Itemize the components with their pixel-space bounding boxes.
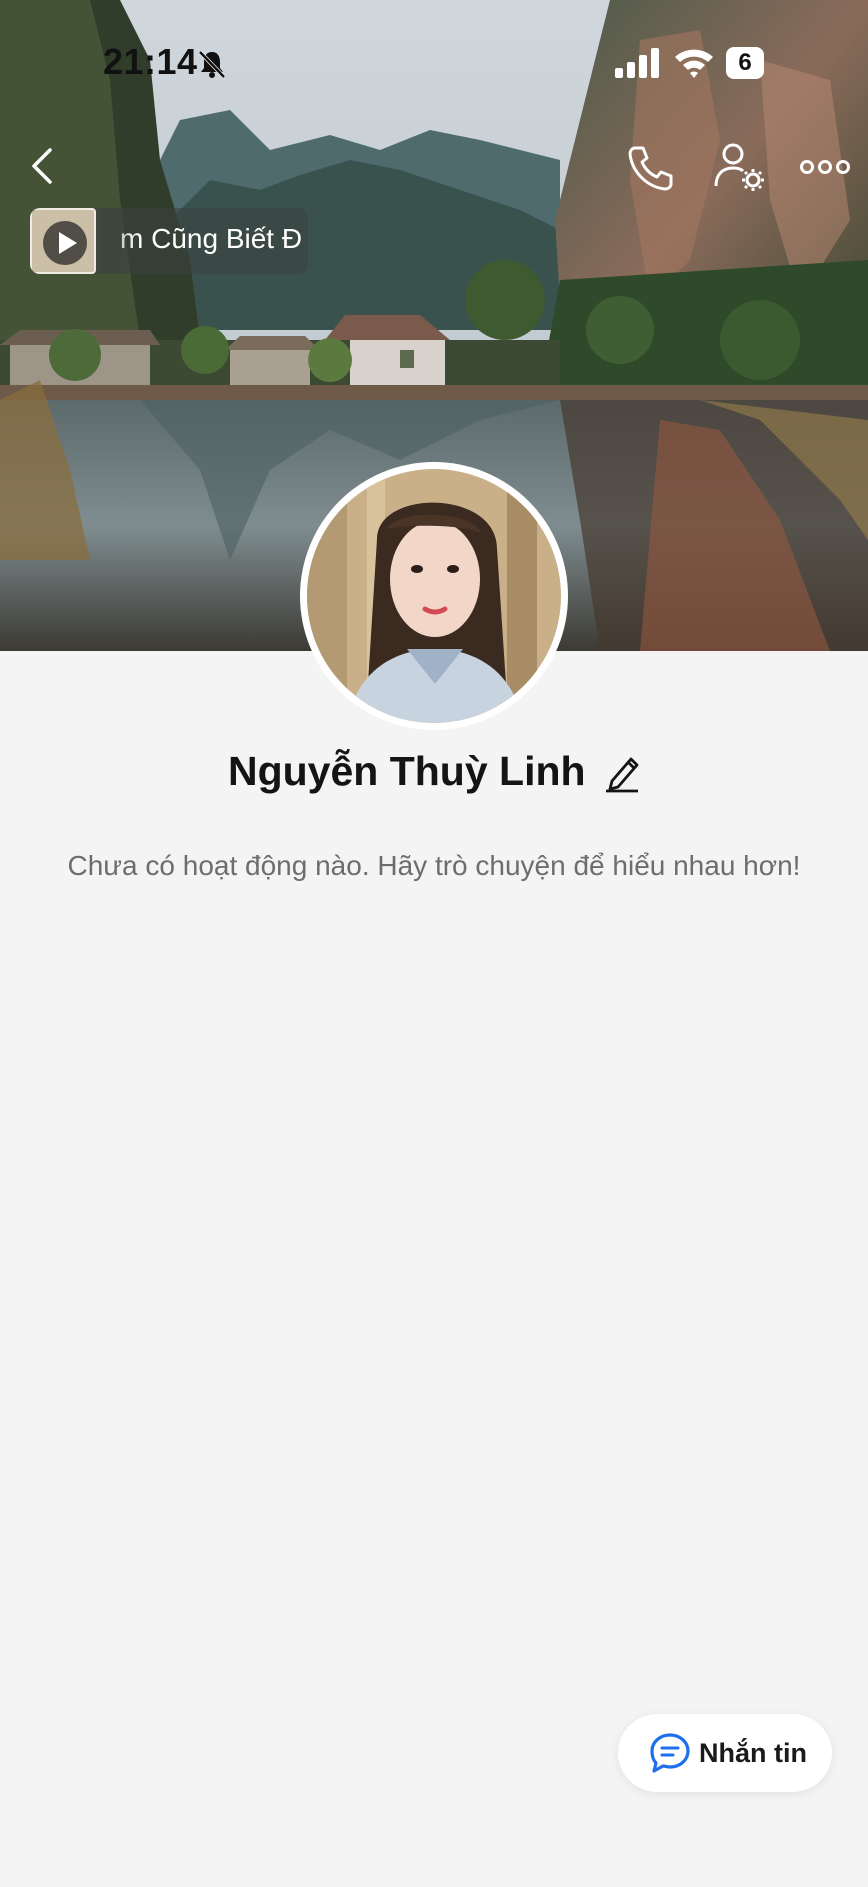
empty-activity-message: Chưa có hoạt động nào. Hãy trò chuyện để…: [67, 850, 801, 881]
avatar[interactable]: [300, 462, 568, 730]
chevron-left-icon: [32, 148, 52, 184]
wifi-icon: [675, 49, 713, 78]
profile-music-player[interactable]: m Cũng Biết Đ: [30, 208, 308, 274]
bell-off-icon: [198, 50, 226, 79]
profile-name-row: Nguyễn Thuỳ Linh: [0, 748, 868, 804]
music-title: m Cũng Biết Đ: [120, 223, 303, 254]
status-time: 21:14: [103, 41, 198, 82]
call-button[interactable]: [625, 142, 677, 194]
phone-icon: [628, 146, 673, 191]
profile-settings-button[interactable]: [713, 142, 769, 194]
back-button[interactable]: [22, 142, 62, 190]
status-bar: 21:14 6: [0, 0, 868, 120]
chat-bubble-icon: [650, 1733, 690, 1773]
message-button-label: Nhắn tin: [699, 1738, 807, 1768]
more-dots-icon: [800, 160, 850, 174]
user-settings-icon: [714, 143, 764, 191]
message-button[interactable]: Nhắn tin: [618, 1714, 832, 1792]
music-title-fade: [100, 208, 140, 274]
edit-name-button[interactable]: [604, 751, 640, 793]
play-icon[interactable]: [42, 220, 88, 266]
battery-icon: 6: [726, 47, 764, 79]
signal-icon: [615, 48, 659, 78]
more-button[interactable]: [799, 150, 851, 184]
music-cover-thumbnail: [30, 208, 96, 274]
profile-name: Nguyễn Thuỳ Linh: [227, 748, 586, 794]
pencil-icon: [606, 757, 639, 792]
avatar-photo: [307, 469, 561, 723]
